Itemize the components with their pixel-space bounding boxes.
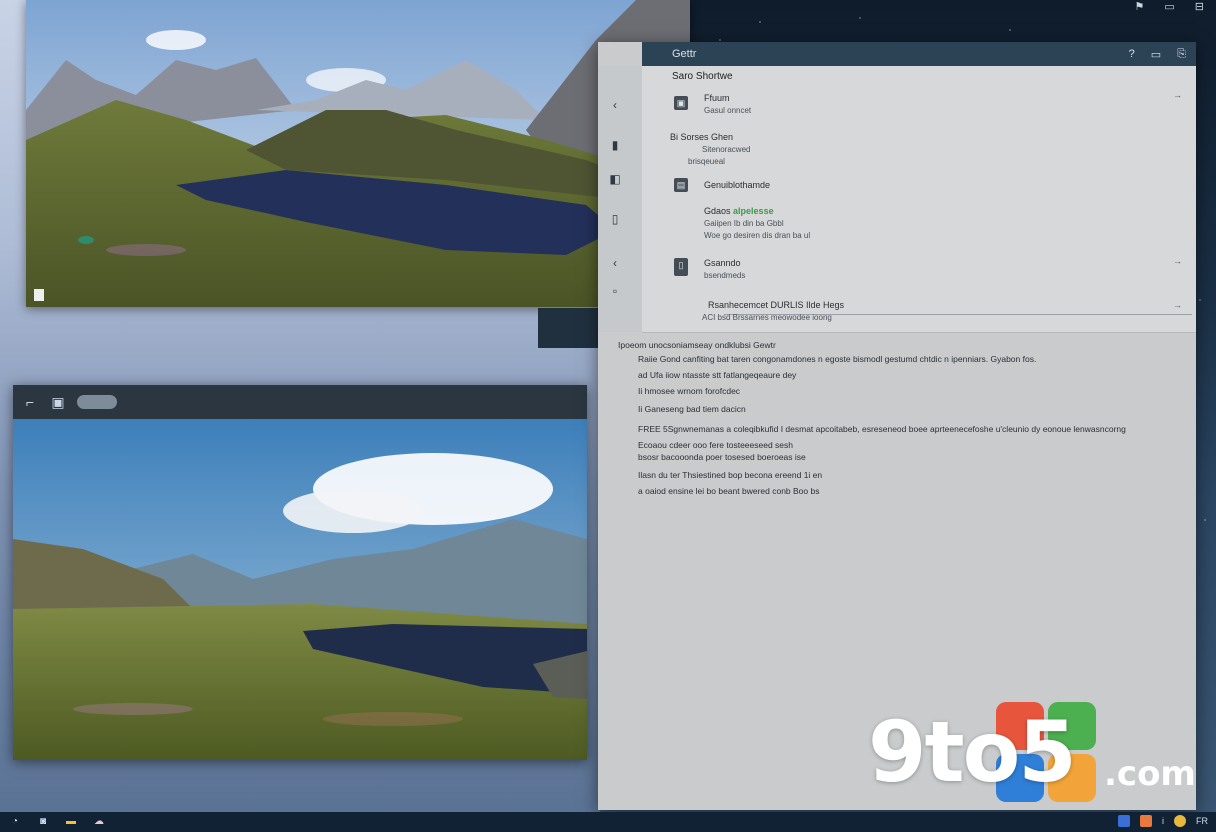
chevron-right-icon-3[interactable]: → bbox=[1173, 300, 1182, 310]
settings-window[interactable]: Gettr ? ▭ ⎘ ‹ ▮ ◧ ▯ ‹ ▫ Saro Shortwe ▣ F… bbox=[598, 42, 1196, 810]
info-icon[interactable]: i bbox=[1162, 816, 1164, 826]
grassland-photo bbox=[13, 419, 587, 760]
frame-icon[interactable]: ▣ bbox=[49, 393, 67, 411]
row-4-label: Gdaos bbox=[704, 206, 731, 216]
settings-row-5[interactable]: Gsanndo bsendmeds bbox=[704, 258, 745, 280]
doc-line: Ipoeom unocsoniamseay ondklubsi Gewtr bbox=[618, 340, 776, 350]
notification-icon[interactable] bbox=[1140, 815, 1152, 827]
settings-row-2[interactable]: Bi Sorses Ghen Sitenoracwed brisqeueal bbox=[670, 132, 750, 166]
photo-toolbar: ⌐ ▣ bbox=[13, 385, 587, 419]
row-1-label: Ffuum bbox=[704, 93, 730, 103]
cloud-icon[interactable]: ☁ bbox=[92, 816, 106, 828]
row-4-line2: Gaiipen Ib din ba Gbbl bbox=[704, 219, 784, 228]
doc-icon[interactable]: ▫ bbox=[608, 284, 622, 298]
phone-icon: ▯ bbox=[674, 258, 688, 276]
photo-window-mountain-lake[interactable]: ▲ bbox=[26, 0, 690, 307]
chevron-right-icon-2[interactable]: → bbox=[1173, 256, 1182, 266]
settings-sidebar: ‹ ▮ ◧ ▯ ‹ ▫ bbox=[598, 66, 642, 332]
maximize-button[interactable]: ▭ bbox=[1151, 48, 1161, 61]
settings-title-text: Gettr bbox=[672, 48, 697, 60]
chrome-icon[interactable] bbox=[1174, 815, 1186, 827]
row-2-label: Sorses Ghen bbox=[680, 132, 734, 142]
doc-line: Ii Ganeseng bad tiem dacicn bbox=[638, 404, 746, 414]
doc-line: Ecoaou cdeer ooo fere tosteeeseed sesh bbox=[638, 440, 793, 450]
folder-icon[interactable]: ▬ bbox=[64, 816, 78, 828]
restore-button[interactable]: ⎘ bbox=[1177, 48, 1186, 61]
row-6-label: Rsanhecemcet DURLIS Ilde Hegs bbox=[708, 300, 845, 310]
mountain-lake-photo bbox=[26, 0, 690, 307]
row-5-label: Gsanndo bbox=[704, 258, 741, 268]
edge-icon[interactable]: ◔ bbox=[8, 816, 22, 828]
photo-window-grassland[interactable]: ⌐ ▣ bbox=[13, 385, 587, 760]
row-2-sub2: brisqeueal bbox=[688, 157, 725, 166]
row-2-sub: Sitenoracwed bbox=[702, 145, 751, 154]
settings-titlebar: Gettr ? ▭ ⎘ bbox=[642, 42, 1196, 66]
watermark-suffix: .com bbox=[1104, 754, 1196, 794]
doc-line: Raiie Gond canfiting bat taren congonamd… bbox=[638, 354, 1037, 364]
info-icon[interactable]: ▮ bbox=[608, 138, 622, 152]
doc-line: Ii hmosee wrnom forofcdec bbox=[638, 386, 741, 396]
row-4-green-label: alpelesse bbox=[733, 206, 774, 216]
system-tray: i FR bbox=[1118, 815, 1208, 827]
doc-line: ad Ufa iiow ntasste stt fatlangeqeaure d… bbox=[638, 370, 797, 380]
monitor-icon[interactable]: ▭ bbox=[1164, 0, 1174, 13]
window-icon[interactable]: ⊟ bbox=[1195, 0, 1204, 13]
row-5-sub: bsendmeds bbox=[704, 271, 746, 280]
chevron-left-icon[interactable]: ‹ bbox=[608, 256, 622, 270]
chevron-right-icon[interactable]: → bbox=[1173, 90, 1182, 100]
help-button[interactable]: ? bbox=[1129, 48, 1135, 61]
doc-line: bsosr bacooonda poer tosesed boeroeas is… bbox=[638, 452, 806, 462]
network-icon[interactable] bbox=[1118, 815, 1130, 827]
doc-line: FREE 5Sgnwnemanas a coleqibkufid I desma… bbox=[638, 424, 1126, 434]
monitor-icon: ▣ bbox=[674, 96, 688, 110]
row-6-line2: ACI bsd Brssarnes meowodee ioong bbox=[702, 313, 832, 322]
crop-icon[interactable]: ⌐ bbox=[21, 393, 39, 411]
language-indicator[interactable]: FR bbox=[1196, 816, 1208, 826]
settings-panel: Saro Shortwe ▣ Ffuum Gasul onncet → Bi S… bbox=[642, 66, 1196, 333]
file-flag-icon bbox=[34, 289, 44, 301]
settings-row-6[interactable]: Rsanhecemcet DURLIS Ilde Hegs ACI bsd Br… bbox=[702, 300, 845, 322]
taskbar: ◔ ◙ ▬ ☁ i FR bbox=[0, 812, 1216, 832]
row-2-prefix: Bi bbox=[670, 132, 679, 142]
settings-row-1[interactable]: Ffuum Gasul onncet bbox=[704, 93, 751, 115]
lock-icon[interactable]: ▯ bbox=[608, 212, 622, 226]
doc-line: Ilasn du ter Thsiestined bop becona eree… bbox=[638, 470, 823, 480]
title-controls: ? ▭ ⎘ bbox=[1129, 48, 1196, 61]
watermark-text: 9to5 bbox=[868, 703, 1077, 801]
section-heading: Saro Shortwe bbox=[672, 71, 733, 82]
tile-icon: ▤ bbox=[674, 178, 688, 192]
doc-line: a oaiod ensine lei bo beant bwered conb … bbox=[638, 486, 820, 496]
settings-row-4[interactable]: Gdaos alpelesse Gaiipen Ib din ba Gbbl W… bbox=[704, 206, 810, 240]
watermark: 9to5 .com bbox=[868, 702, 1200, 802]
top-tray: ⚑ ▭ ⊟ bbox=[1135, 0, 1205, 13]
store-icon[interactable]: ◙ bbox=[36, 816, 50, 828]
row-4-line3: Woe go desiren dis dran ba ul bbox=[704, 231, 811, 240]
settings-row-3[interactable]: Genuiblothamde bbox=[704, 180, 770, 190]
row-1-sub: Gasul onncet bbox=[704, 106, 752, 115]
flag-icon[interactable]: ⚑ bbox=[1135, 0, 1145, 13]
app-icon[interactable]: ◧ bbox=[608, 172, 622, 186]
row-3-label: Genuiblothamde bbox=[704, 180, 771, 190]
back-icon[interactable]: ‹ bbox=[608, 98, 622, 112]
thumbnail-icon[interactable] bbox=[77, 395, 117, 409]
